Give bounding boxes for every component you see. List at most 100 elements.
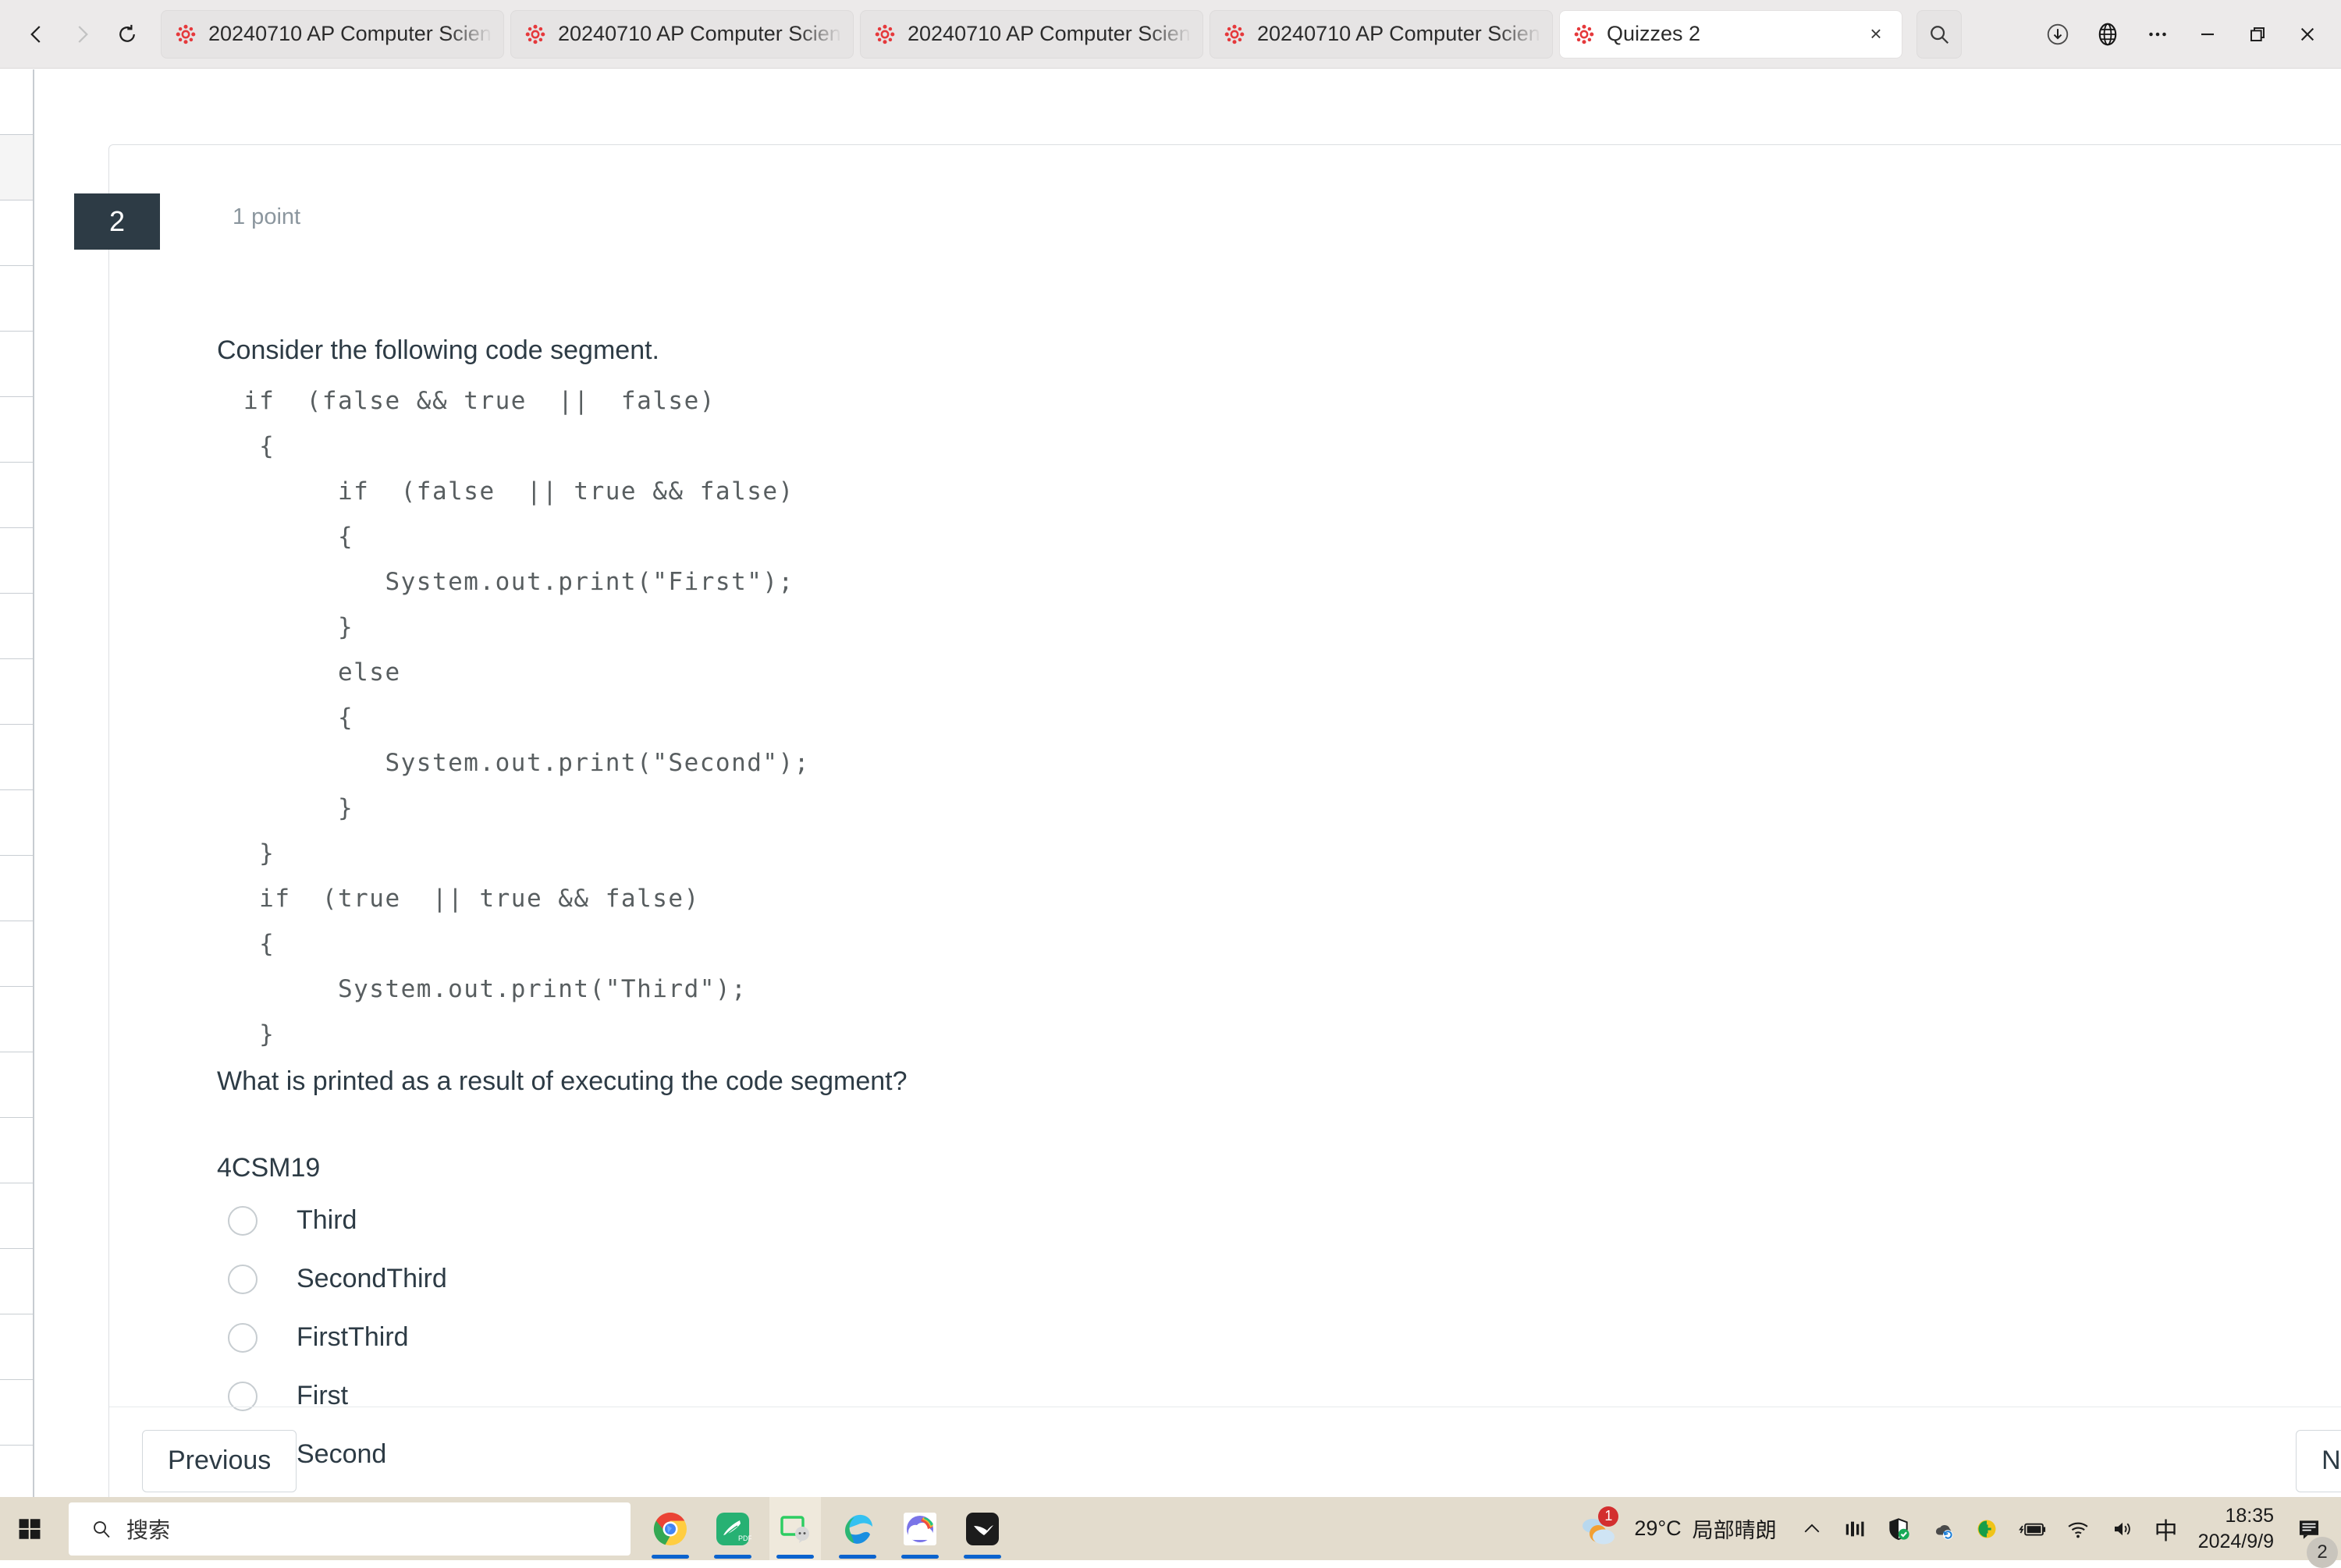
tray-battery-button[interactable] <box>2008 1497 2056 1560</box>
canvas-logo-icon <box>1572 23 1596 46</box>
forward-arrow-icon <box>70 23 94 46</box>
sidebar-question-item[interactable] <box>0 594 33 659</box>
globe-button[interactable] <box>2083 10 2132 59</box>
browser-tab[interactable]: 20240710 AP Computer Science <box>1210 10 1553 59</box>
forward-button[interactable] <box>59 12 105 57</box>
question-header: 2 1 point <box>109 145 2341 220</box>
taskbar-search-box[interactable]: 搜索 <box>69 1502 631 1556</box>
sidebar-question-item[interactable] <box>0 1183 33 1249</box>
security-shield-icon <box>1886 1517 1911 1541</box>
sidebar-question-item[interactable] <box>0 69 33 135</box>
windows-logo-icon <box>16 1516 43 1542</box>
answer-option-label: FirstThird <box>297 1322 409 1353</box>
browser-tab-active[interactable]: Quizzes 2 × <box>1559 10 1902 59</box>
sidebar-question-item[interactable] <box>0 1052 33 1118</box>
taskbar-dark-app-icon[interactable] <box>957 1497 1008 1560</box>
weather-widget[interactable]: 1 29°C 局部晴朗 <box>1565 1509 1790 1549</box>
minimize-button[interactable] <box>2183 10 2232 59</box>
question-intro-text: Consider the following code segment. <box>217 335 2341 366</box>
sidebar-question-item[interactable] <box>0 397 33 463</box>
browser-tab[interactable]: 20240710 AP Computer Science <box>860 10 1203 59</box>
tray-expand-button[interactable] <box>1791 1497 1833 1560</box>
tab-close-icon[interactable]: × <box>1861 20 1891 49</box>
sidebar-question-item[interactable] <box>0 921 33 987</box>
reload-button[interactable] <box>105 12 150 57</box>
next-button[interactable]: Next <box>2296 1430 2341 1492</box>
tray-wifi-button[interactable] <box>2056 1497 2100 1560</box>
restore-icon <box>2245 22 2270 47</box>
pdf-reader-icon: PDF <box>714 1510 751 1548</box>
sidebar-question-item[interactable] <box>0 266 33 332</box>
sidebar-question-item[interactable] <box>0 1446 33 1497</box>
system-tray: 1 29°C 局部晴朗 <box>1565 1497 2341 1560</box>
start-button[interactable] <box>0 1497 59 1560</box>
tab-title: 20240710 AP Computer Science <box>1257 22 1541 46</box>
windows-taskbar: 搜索 PDF <box>0 1497 2341 1560</box>
browser-tab[interactable]: 20240710 AP Computer Science <box>510 10 854 59</box>
taskbar-wechat-icon[interactable] <box>769 1497 821 1560</box>
close-window-button[interactable] <box>2283 10 2332 59</box>
weather-notification-badge: 1 <box>1598 1506 1618 1527</box>
tab-title: 20240710 AP Computer Science <box>558 22 842 46</box>
question-number-badge: 2 <box>74 193 160 250</box>
restore-button[interactable] <box>2233 10 2282 59</box>
browser-tab[interactable]: 20240710 AP Computer Science <box>161 10 504 59</box>
previous-button[interactable]: Previous <box>142 1430 297 1492</box>
weather-icon-wrap: 1 <box>1579 1509 1623 1549</box>
sidebar-question-item[interactable] <box>0 856 33 921</box>
tray-security-button[interactable] <box>1877 1497 1920 1560</box>
sidebar-question-item[interactable] <box>0 200 33 266</box>
clock-time: 18:35 <box>2198 1503 2274 1529</box>
canvas-logo-icon <box>174 23 197 46</box>
radio-button-icon[interactable] <box>228 1206 258 1236</box>
battery-charging-icon <box>2017 1518 2047 1540</box>
sidebar-question-item[interactable] <box>0 1249 33 1314</box>
answer-group-code: 4CSM19 <box>217 1153 2341 1183</box>
weather-temperature: 29°C <box>1634 1517 1681 1541</box>
taskbar-cloud-app-icon[interactable] <box>894 1497 946 1560</box>
browser-chrome: 20240710 AP Computer Science 20240710 AP… <box>0 0 2341 69</box>
sidebar-question-item[interactable] <box>0 725 33 790</box>
question-navigator-sidebar[interactable] <box>0 69 34 1497</box>
chevron-up-icon <box>1800 1517 1824 1541</box>
sidebar-question-item[interactable] <box>0 1314 33 1380</box>
tab-title: Quizzes 2 <box>1607 22 1853 46</box>
question-points: 1 point <box>233 204 300 230</box>
tray-signal-button[interactable] <box>1833 1497 1877 1560</box>
sidebar-question-item[interactable] <box>0 332 33 397</box>
sidebar-question-item[interactable] <box>0 528 33 594</box>
downloads-button[interactable] <box>2034 10 2082 59</box>
globe-icon <box>2094 21 2121 48</box>
navigation-buttons <box>0 12 150 57</box>
answer-option[interactable]: SecondThird <box>217 1250 2341 1308</box>
sidebar-question-item[interactable] <box>0 1380 33 1446</box>
tab-search-button[interactable] <box>1916 10 1962 59</box>
taskbar-clock[interactable]: 18:35 2024/9/9 <box>2187 1503 2285 1555</box>
sidebar-question-item[interactable] <box>0 987 33 1052</box>
edge-icon <box>839 1510 876 1548</box>
chrome-icon <box>652 1510 689 1548</box>
tray-update-button[interactable] <box>1966 1497 2008 1560</box>
notification-center-button[interactable]: 2 <box>2285 1497 2333 1560</box>
sidebar-question-item[interactable] <box>0 790 33 856</box>
svg-text:PDF: PDF <box>738 1534 751 1542</box>
sidebar-question-item[interactable] <box>0 463 33 528</box>
sidebar-question-item-active[interactable] <box>0 135 33 200</box>
answer-option[interactable]: Third <box>217 1191 2341 1250</box>
taskbar-chrome-icon[interactable] <box>645 1497 696 1560</box>
tray-volume-button[interactable] <box>2100 1497 2145 1560</box>
answer-option[interactable]: FirstThird <box>217 1308 2341 1367</box>
taskbar-edge-icon[interactable] <box>832 1497 883 1560</box>
radio-button-icon[interactable] <box>228 1323 258 1353</box>
tab-title: 20240710 AP Computer Science <box>908 22 1192 46</box>
sidebar-question-item[interactable] <box>0 659 33 725</box>
taskbar-pdf-reader-icon[interactable]: PDF <box>707 1497 758 1560</box>
taskbar-app-icons: PDF <box>645 1497 1008 1560</box>
more-options-button[interactable] <box>2133 10 2182 59</box>
tray-onedrive-button[interactable] <box>1920 1497 1966 1560</box>
back-button[interactable] <box>14 12 59 57</box>
radio-button-icon[interactable] <box>228 1265 258 1294</box>
tray-ime-button[interactable]: 中 <box>2145 1497 2187 1560</box>
sidebar-question-item[interactable] <box>0 1118 33 1183</box>
answer-option-label: Third <box>297 1205 357 1236</box>
